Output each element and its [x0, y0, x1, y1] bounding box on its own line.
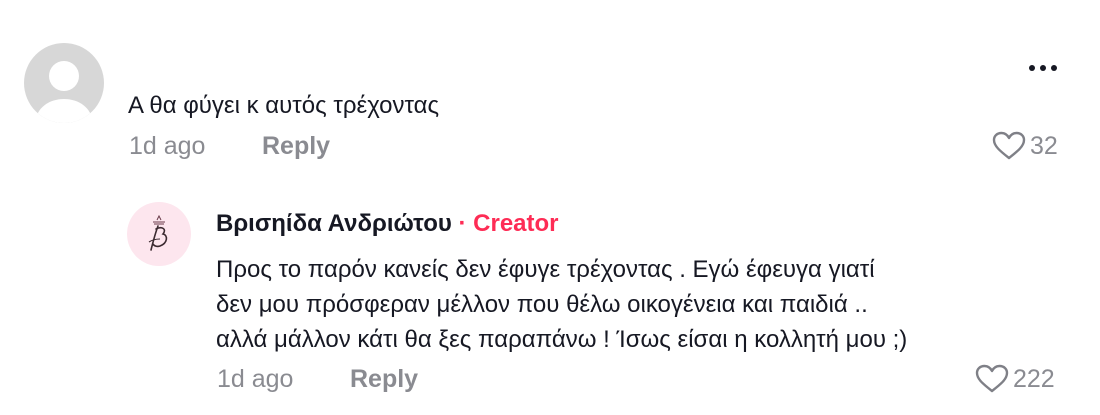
comment-reply-button[interactable]: Reply	[262, 131, 330, 161]
reply-author-name[interactable]: Βρισηίδα Ανδριώτου	[216, 210, 452, 237]
more-options-dot	[1040, 65, 1046, 71]
more-options-dot	[1051, 65, 1057, 71]
comment-like-button[interactable]: 32	[992, 131, 1058, 161]
comment-timestamp: 1d ago	[129, 132, 206, 160]
creator-avatar[interactable]	[127, 202, 191, 266]
comment-text: Α θα φύγει κ αυτός τρέχοντας	[128, 92, 440, 119]
reply-text-line: αλλά μάλλον κάτι θα ξες παραπάνω ! Ίσως …	[216, 326, 908, 353]
reply-reply-button[interactable]: Reply	[350, 364, 418, 394]
reply-like-count: 222	[1013, 365, 1055, 393]
commenter-avatar[interactable]	[24, 43, 104, 123]
creator-logo-icon	[129, 204, 189, 264]
reply-like-button[interactable]: 222	[975, 364, 1055, 394]
heart-outline-icon	[975, 364, 1009, 393]
creator-badge: · Creator	[458, 210, 559, 237]
default-avatar-icon	[36, 61, 92, 123]
reply-author-line: Βρισηίδα Ανδριώτου · Creator	[216, 209, 559, 239]
reply-timestamp: 1d ago	[217, 365, 294, 393]
more-options-icon	[1029, 65, 1035, 71]
reply-text-line: Προς το παρόν κανείς δεν έφυγε τρέχοντας…	[216, 256, 875, 283]
heart-outline-icon	[992, 131, 1026, 160]
more-options-button[interactable]	[1018, 56, 1068, 80]
comment-like-count: 32	[1030, 132, 1058, 160]
reply-text-line: δεν μου πρόσφεραν μέλλον που θέλω οικογέ…	[216, 291, 868, 318]
reply-text: Προς το παρόν κανείς δεν έφυγε τρέχοντας…	[216, 252, 1076, 357]
